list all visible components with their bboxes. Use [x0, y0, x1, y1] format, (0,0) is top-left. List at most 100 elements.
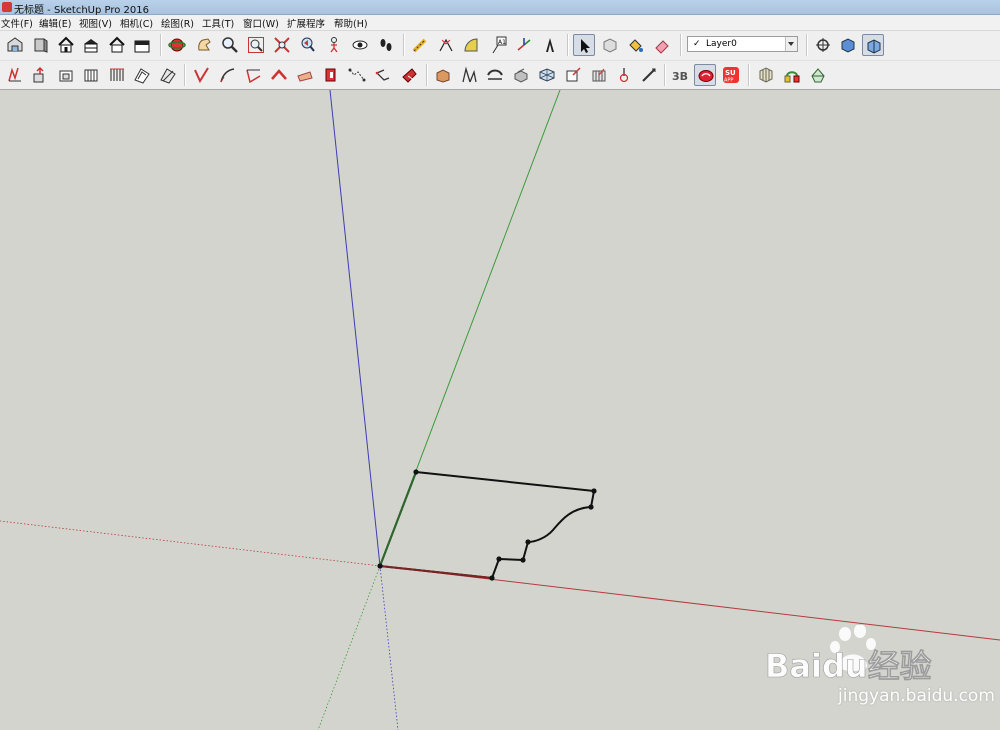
z-axis-positive	[329, 90, 381, 567]
svg-text:APP: APP	[724, 78, 733, 84]
axes-icon[interactable]	[513, 34, 535, 56]
vertex	[413, 469, 419, 475]
move-icon[interactable]	[4, 64, 26, 86]
toolbar-row-2: 3B SU APP	[0, 60, 1000, 89]
rotate-icon[interactable]	[55, 64, 77, 86]
section-plane-icon[interactable]	[812, 34, 834, 56]
iso-view-icon[interactable]	[4, 34, 26, 56]
position-camera-icon[interactable]	[323, 34, 345, 56]
component-icon[interactable]	[599, 34, 621, 56]
toolbar-area: A1 ✓ Layer0 3B SU APP	[0, 31, 1000, 90]
pan-icon[interactable]	[193, 34, 215, 56]
protractor-icon[interactable]	[461, 34, 483, 56]
unfold-icon[interactable]	[346, 64, 368, 86]
vertex	[377, 563, 383, 569]
sandbox-c-icon[interactable]	[432, 64, 454, 86]
menu-view[interactable]: 视图(V)	[79, 16, 112, 30]
x-axis-positive	[379, 565, 1000, 641]
svg-text:3B: 3B	[672, 70, 688, 83]
previous-view-icon[interactable]	[297, 34, 319, 56]
vertex	[591, 488, 597, 494]
vertex	[520, 557, 526, 563]
drawing-canvas[interactable]	[0, 90, 1000, 730]
display-section-planes-icon[interactable]	[837, 34, 859, 56]
menu-edit[interactable]: 编辑(E)	[39, 16, 71, 30]
rectangle-icon[interactable]	[242, 64, 264, 86]
toolbar-separator	[403, 34, 404, 56]
select-arrow-icon[interactable]	[573, 34, 595, 56]
layer-visible-check: ✓	[693, 38, 701, 48]
3b-icon[interactable]: 3B	[669, 64, 691, 86]
ruby-console-icon[interactable]	[694, 64, 716, 86]
menu-file[interactable]: 文件(F)	[1, 16, 33, 30]
toolbar-separator	[160, 34, 161, 56]
sandbox-e-icon[interactable]	[484, 64, 506, 86]
svg-text:SU: SU	[725, 69, 736, 77]
y-axis-negative	[317, 565, 381, 730]
layer-name: Layer0	[706, 39, 737, 49]
toolbar-separator	[680, 34, 681, 56]
scale-icon[interactable]	[106, 64, 128, 86]
sandbox-f-icon[interactable]	[510, 64, 532, 86]
dimension-icon[interactable]	[435, 34, 457, 56]
chevron-down-icon[interactable]	[785, 37, 797, 51]
zoom-window-icon[interactable]	[245, 34, 267, 56]
vertex	[588, 504, 594, 510]
menu-extensions[interactable]: 扩展程序	[287, 16, 325, 30]
toolbar-separator	[184, 64, 185, 86]
follow-me-icon[interactable]	[80, 64, 102, 86]
zoom-icon[interactable]	[219, 34, 241, 56]
sandbox-h-icon[interactable]	[562, 64, 584, 86]
su-app-icon[interactable]: SU APP	[720, 64, 742, 86]
arc-icon[interactable]	[190, 64, 212, 86]
paint-bucket-icon[interactable]	[625, 34, 647, 56]
dynamic-component-a-icon[interactable]	[755, 64, 777, 86]
menu-camera[interactable]: 相机(C)	[120, 16, 153, 30]
house-view-icon[interactable]	[55, 34, 77, 56]
dynamic-component-c-icon[interactable]	[807, 64, 829, 86]
orbit-icon[interactable]	[166, 34, 188, 56]
text-icon[interactable]: A1	[487, 34, 509, 56]
freehand-icon[interactable]	[216, 64, 238, 86]
line-icon[interactable]	[157, 64, 179, 86]
sandbox-d-icon[interactable]	[458, 64, 480, 86]
circle-icon[interactable]	[268, 64, 290, 86]
3d-text-icon[interactable]	[539, 34, 561, 56]
profile-outline[interactable]	[379, 471, 595, 579]
z-axis-negative	[379, 565, 399, 730]
menu-draw[interactable]: 绘图(R)	[161, 16, 194, 30]
toolbar-separator	[664, 64, 665, 86]
layer-dropdown[interactable]: ✓ Layer0	[687, 36, 798, 52]
menu-tools[interactable]: 工具(T)	[202, 16, 234, 30]
right-view-icon[interactable]	[131, 34, 153, 56]
extension-warehouse-icon[interactable]	[638, 64, 660, 86]
polygon-icon[interactable]	[294, 64, 316, 86]
dynamic-component-b-icon[interactable]	[781, 64, 803, 86]
warehouse-3d-icon[interactable]	[613, 64, 635, 86]
menu-window[interactable]: 窗口(W)	[243, 16, 279, 30]
push-pull-icon[interactable]	[29, 64, 51, 86]
offset-icon[interactable]	[131, 64, 153, 86]
zoom-extents-icon[interactable]	[271, 34, 293, 56]
sandbox-a-icon[interactable]	[372, 64, 394, 86]
eraser-icon[interactable]	[651, 34, 673, 56]
sandbox-i-icon[interactable]	[588, 64, 610, 86]
x-axis-negative	[0, 520, 381, 567]
vertex	[489, 575, 495, 581]
back-view-icon[interactable]	[106, 34, 128, 56]
tape-measure-icon[interactable]	[409, 34, 431, 56]
sandbox-g-icon[interactable]	[536, 64, 558, 86]
walk-icon[interactable]	[375, 34, 397, 56]
eraser-2-icon[interactable]	[320, 64, 342, 86]
look-around-icon[interactable]	[349, 34, 371, 56]
menu-help[interactable]: 帮助(H)	[334, 16, 368, 30]
front-view-icon[interactable]	[29, 34, 51, 56]
display-section-cuts-icon[interactable]	[862, 34, 884, 56]
top-view-icon[interactable]	[80, 34, 102, 56]
toolbar-separator	[426, 64, 427, 86]
menu-bar: 文件(F) 编辑(E) 视图(V) 相机(C) 绘图(R) 工具(T) 窗口(W…	[0, 15, 1000, 31]
sandbox-b-icon[interactable]	[398, 64, 420, 86]
toolbar-separator	[806, 34, 807, 56]
sketchup-logo-icon	[2, 2, 12, 12]
title-bar: 无标题 - SketchUp Pro 2016	[0, 0, 1000, 16]
